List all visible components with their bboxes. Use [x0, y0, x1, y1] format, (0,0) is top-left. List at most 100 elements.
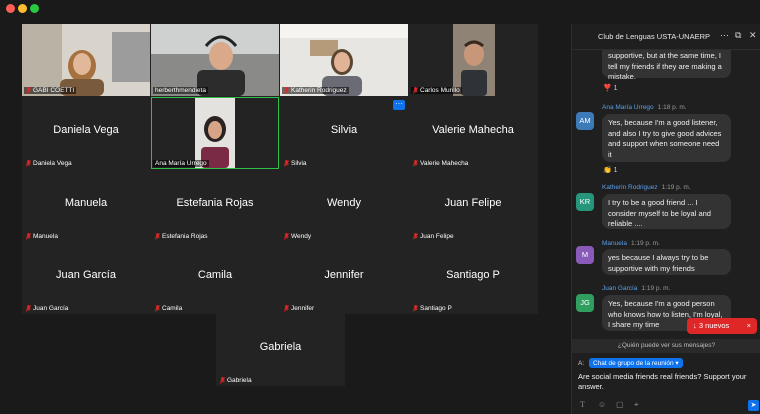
participant-name-tag: GABI COETTI [24, 87, 77, 94]
participant-name-tag: Daniela Vega [24, 160, 74, 167]
participant-tile[interactable]: herberthmendieta [151, 24, 279, 96]
participant-tile[interactable]: Valerie Mahecha Valerie Mahecha [409, 97, 537, 169]
participant-name-tag: herberthmendieta [153, 87, 208, 94]
muted-mic-icon [413, 305, 418, 312]
muted-mic-icon [284, 305, 289, 312]
participant-display-name: Juan García [56, 269, 116, 281]
recipient-label: A: [578, 360, 585, 367]
send-button[interactable]: ➤ [748, 400, 759, 411]
active-speaker-tile[interactable]: Ana María Urrego [151, 97, 279, 169]
participant-tile[interactable]: Santiago P Santiago P [409, 242, 537, 314]
participant-tile[interactable]: Estefania Rojas Estefania Rojas [151, 170, 279, 242]
muted-mic-icon [413, 160, 418, 167]
emoji-icon[interactable]: ☺ [598, 400, 606, 409]
chat-title: Club de Lenguas USTA-UNAERP [598, 32, 710, 41]
avatar: AM [576, 112, 594, 130]
participant-tile[interactable]: Jennifer Jennifer [280, 242, 408, 314]
file-icon[interactable]: ▢ [616, 400, 624, 409]
screenshot-icon[interactable]: ⌖ [634, 400, 639, 410]
chat-message-bubble: I try to be a good friend ... I consider… [602, 194, 731, 229]
chat-message-bubble: supportive, but at the same time, I tell… [602, 50, 731, 81]
message-sender: Juan García 1:19 p. m. [602, 285, 671, 292]
participant-name-tag: Katherin Rodriguez [282, 87, 349, 94]
minimize-window-button[interactable] [18, 4, 27, 13]
participant-display-name: Gabriela [259, 341, 302, 353]
avatar: JG [576, 294, 594, 312]
participant-name-tag: Carlos Murillo [411, 87, 462, 94]
participant-video [409, 24, 537, 96]
reaction-badge[interactable]: 👏 1 [603, 166, 618, 174]
participant-tile[interactable]: Juan García Juan García [22, 242, 150, 314]
recipient-dropdown[interactable]: Chat de grupo de la reunión ▾ [588, 358, 683, 368]
muted-mic-icon [284, 160, 289, 167]
participant-name-tag: Juan Felipe [411, 233, 456, 240]
muted-mic-icon [284, 233, 289, 240]
message-sender: Ana María Urrego 1:18 p. m. [602, 104, 687, 111]
close-icon[interactable]: ✕ [749, 30, 757, 41]
participant-tile[interactable]: GABI COETTI [22, 24, 150, 96]
participant-name-tag: Santiago P [411, 305, 454, 312]
participant-name-tag: Manuela [24, 233, 60, 240]
participant-tile[interactable]: Katherin Rodriguez [280, 24, 408, 96]
participant-tile[interactable]: Gabriela Gabriela [216, 314, 345, 386]
participant-video [280, 24, 408, 96]
muted-mic-icon [26, 87, 31, 94]
participant-display-name: Manuela [64, 197, 108, 209]
avatar: M [576, 246, 594, 264]
participant-tile[interactable]: Daniela Vega Daniela Vega [22, 97, 150, 169]
muted-mic-icon [413, 87, 418, 94]
muted-mic-icon [155, 305, 160, 312]
avatar: KR [576, 193, 594, 211]
participant-tile[interactable]: Camila Camila [151, 242, 279, 314]
who-can-see-link[interactable]: ¿Quién puede ver sus mensajes? [572, 339, 760, 353]
participant-name-tag: Jennifer [282, 305, 316, 312]
participant-tile[interactable]: Wendy Wendy [280, 170, 408, 242]
chat-toolbar: T ☺ ▢ ⌖ [580, 400, 760, 412]
chat-panel: Club de Lenguas USTA-UNAERP ⋯ ⧉ ✕ suppor… [571, 24, 760, 414]
participant-display-name: Daniela Vega [53, 124, 119, 136]
participant-video [22, 24, 150, 96]
more-icon[interactable]: ⋯ [720, 30, 729, 41]
participant-display-name: Estefania Rojas [176, 197, 254, 209]
participant-name-tag: Silvia [282, 160, 309, 167]
participant-name-tag: Valerie Mahecha [411, 160, 470, 167]
participant-display-name: Jennifer [324, 269, 364, 281]
message-input[interactable]: Are social media friends real friends? S… [578, 372, 758, 392]
participant-name-tag: Wendy [282, 233, 313, 240]
new-messages-button[interactable]: ↓ 3 nuevos × [687, 318, 757, 334]
participant-display-name: Santiago P [446, 269, 500, 281]
message-sender: Manuela 1:19 p. m. [602, 240, 660, 247]
chat-message-bubble: Yes, because I'm a good listener, and al… [602, 114, 731, 162]
zoom-window-button[interactable] [30, 4, 39, 13]
zoom-window: GABI COETTI herberthmendieta Katherin Ro… [0, 0, 760, 414]
participant-tile[interactable]: Juan Felipe Juan Felipe [409, 170, 537, 242]
participant-display-name: Camila [197, 269, 233, 281]
participant-name-tag: Camila [153, 305, 184, 312]
participant-display-name: Valerie Mahecha [432, 124, 514, 136]
muted-mic-icon [26, 233, 31, 240]
participant-display-name: Juan Felipe [444, 197, 502, 209]
chat-message-bubble: yes because I always try to be supportiv… [602, 249, 731, 275]
muted-mic-icon [26, 160, 31, 167]
participant-name-tag: Gabriela [218, 377, 254, 384]
participant-display-name: Wendy [326, 197, 362, 209]
muted-mic-icon [220, 377, 225, 384]
message-sender: Katherin Rodriguez 1:19 p. m. [602, 184, 691, 191]
participant-name-tag: Ana María Urrego [153, 160, 209, 167]
reaction-badge[interactable]: ❣️ 1 [603, 84, 618, 92]
format-icon[interactable]: T [580, 400, 585, 409]
chat-header: Club de Lenguas USTA-UNAERP ⋯ ⧉ ✕ [572, 24, 760, 50]
recipient-row: A: Chat de grupo de la reunión ▾ [578, 358, 683, 368]
participant-display-name: Silvia [330, 124, 358, 136]
participant-name-tag: Estefania Rojas [153, 233, 210, 240]
participant-name-tag: Juan García [24, 305, 70, 312]
participant-video [151, 97, 279, 169]
close-icon[interactable]: × [747, 318, 751, 334]
popout-icon[interactable]: ⧉ [735, 30, 741, 41]
muted-mic-icon [413, 233, 418, 240]
more-options-button[interactable]: ··· [393, 100, 405, 110]
participant-tile[interactable]: Carlos Murillo [409, 24, 537, 96]
participant-tile[interactable]: Silvia Silvia [280, 97, 408, 169]
close-window-button[interactable] [6, 4, 15, 13]
participant-tile[interactable]: Manuela Manuela [22, 170, 150, 242]
